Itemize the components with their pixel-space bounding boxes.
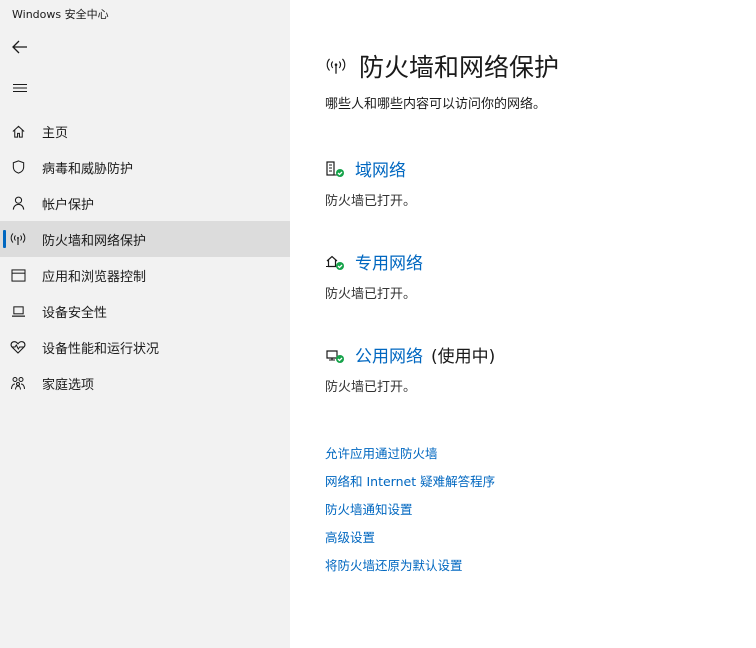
network-status: 防火墙已打开。 [325, 380, 417, 395]
sidebar-item-virus-protection[interactable]: 病毒和威胁防护 [0, 149, 290, 185]
wifi-signal-icon [10, 233, 26, 245]
page-title: 防火墙和网络保护 [359, 53, 560, 82]
network-link-private[interactable]: 专用网络 [355, 249, 423, 274]
network-status: 防火墙已打开。 [325, 287, 417, 302]
network-status: 防火墙已打开。 [325, 194, 417, 209]
page-subtitle: 哪些人和哪些内容可以访问你的网络。 [325, 97, 547, 112]
private-network-icon [326, 255, 344, 270]
restore-firewall-defaults-link[interactable]: 将防火墙还原为默认设置 [325, 557, 495, 585]
sidebar-item-label: 帐户保护 [42, 197, 95, 213]
sidebar-item-label: 主页 [42, 125, 69, 141]
firewall-notification-settings-link[interactable]: 防火墙通知设置 [325, 501, 495, 529]
sidebar: Windows 安全中心 主页 病毒和威胁防护 帐户保护 防火墙和网络保护 应用… [0, 0, 290, 648]
sidebar-item-label: 家庭选项 [42, 377, 95, 393]
page-header: 防火墙和网络保护 [325, 48, 559, 84]
network-in-use-label: (使用中) [431, 347, 496, 367]
heart-pulse-icon [10, 341, 26, 354]
domain-network-icon [326, 160, 344, 177]
network-public: 公用网络 (使用中) 防火墙已打开。 [325, 342, 495, 395]
sidebar-item-label: 病毒和威胁防护 [42, 161, 134, 177]
sidebar-item-account-protection[interactable]: 帐户保护 [0, 185, 290, 221]
person-icon [12, 196, 24, 210]
allow-app-through-firewall-link[interactable]: 允许应用通过防火墙 [325, 445, 495, 473]
network-private: 专用网络 防火墙已打开。 [325, 249, 423, 302]
network-link-public[interactable]: 公用网络 [355, 342, 423, 367]
advanced-settings-link[interactable]: 高级设置 [325, 529, 495, 557]
public-network-icon [326, 349, 344, 363]
sidebar-item-device-health[interactable]: 设备性能和运行状况 [0, 329, 290, 365]
hamburger-icon [13, 83, 27, 93]
shield-icon [12, 160, 24, 174]
window-title: Windows 安全中心 [0, 0, 290, 30]
laptop-icon [11, 305, 25, 317]
sidebar-nav: 主页 病毒和威胁防护 帐户保护 防火墙和网络保护 应用和浏览器控制 设备安全性 … [0, 113, 290, 401]
sidebar-item-home[interactable]: 主页 [0, 113, 290, 149]
sidebar-item-app-browser-control[interactable]: 应用和浏览器控制 [0, 257, 290, 293]
sidebar-item-label: 设备性能和运行状况 [42, 341, 160, 357]
home-icon [12, 125, 24, 138]
network-link-domain[interactable]: 域网络 [355, 156, 406, 181]
sidebar-item-family-options[interactable]: 家庭选项 [0, 365, 290, 401]
main-content: 防火墙和网络保护 哪些人和哪些内容可以访问你的网络。 域网络 防火墙已打开。 专… [290, 0, 756, 648]
sidebar-item-firewall[interactable]: 防火墙和网络保护 [0, 221, 290, 257]
hamburger-menu-button[interactable] [6, 75, 34, 101]
app-window-icon [10, 268, 26, 282]
sidebar-item-label: 防火墙和网络保护 [42, 233, 147, 249]
sidebar-item-label: 设备安全性 [42, 305, 108, 321]
related-links: 允许应用通过防火墙 网络和 Internet 疑难解答程序 防火墙通知设置 高级… [325, 445, 495, 585]
network-domain: 域网络 防火墙已打开。 [325, 156, 416, 209]
network-troubleshooter-link[interactable]: 网络和 Internet 疑难解答程序 [325, 473, 495, 501]
wifi-signal-icon [326, 58, 346, 74]
sidebar-item-label: 应用和浏览器控制 [42, 269, 147, 285]
family-icon [11, 377, 25, 390]
sidebar-item-device-security[interactable]: 设备安全性 [0, 293, 290, 329]
back-button[interactable] [6, 34, 34, 60]
back-arrow-icon [12, 40, 27, 54]
